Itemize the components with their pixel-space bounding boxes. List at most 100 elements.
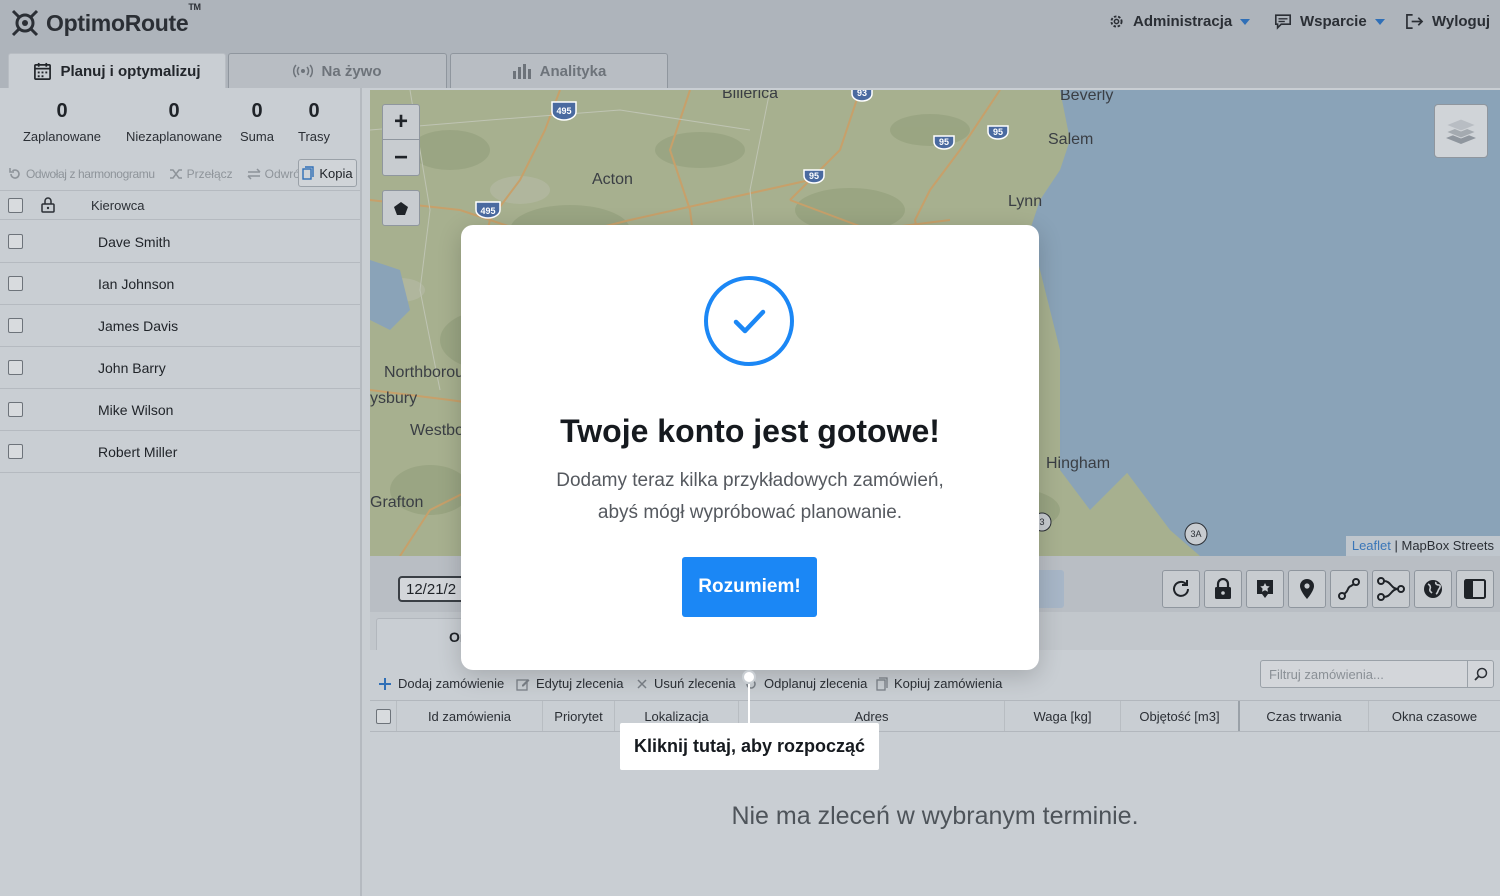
driver-row[interactable]: Dave Smith xyxy=(0,221,360,263)
route-button[interactable] xyxy=(1330,570,1368,608)
location-pin-button[interactable] xyxy=(1288,570,1326,608)
copy-orders-button[interactable]: Kopiuj zamówienia xyxy=(876,676,1002,691)
support-menu-label: Wsparcie xyxy=(1300,13,1367,30)
driver-checkbox[interactable] xyxy=(8,444,23,459)
filter-placeholder: Filtruj zamówienia... xyxy=(1269,667,1384,682)
driver-checkbox[interactable] xyxy=(8,318,23,333)
split-route-button[interactable] xyxy=(1372,570,1410,608)
main-tabs: Planuj i optymalizuj Na żywo Analityka xyxy=(0,48,1500,89)
tab-live[interactable]: Na żywo xyxy=(228,53,447,88)
unschedule-button[interactable]: Odwołaj z harmonogramu xyxy=(8,167,155,181)
switch-label: Przełącz xyxy=(186,167,233,181)
driver-name: Ian Johnson xyxy=(98,275,175,292)
draw-polygon-button[interactable] xyxy=(382,190,420,226)
driver-name: James Davis xyxy=(98,317,179,334)
tab-analytics[interactable]: Analityka xyxy=(450,53,668,88)
undo-icon xyxy=(8,167,22,181)
svg-text:Beverly: Beverly xyxy=(1060,90,1113,104)
col-duration[interactable]: Czas trwania xyxy=(1238,701,1368,731)
edit-orders-button[interactable]: Edytuj zlecenia xyxy=(516,676,623,691)
map-attribution: Leaflet | MapBox Streets xyxy=(1345,536,1500,556)
delete-orders-button[interactable]: Usuń zlecenia xyxy=(636,676,736,691)
svg-text:Westbo: Westbo xyxy=(410,422,464,439)
support-menu[interactable]: Wsparcie xyxy=(1274,13,1385,30)
driver-row[interactable]: Ian Johnson xyxy=(0,263,360,305)
start-hint-tooltip: Kliknij tutaj, aby rozpocząć xyxy=(620,723,879,770)
svg-text:95: 95 xyxy=(993,127,1003,137)
svg-text:Grafton: Grafton xyxy=(370,494,423,511)
select-all-checkbox[interactable] xyxy=(8,197,23,213)
logo-icon xyxy=(11,9,39,37)
tab-label: Analityka xyxy=(539,62,607,80)
app-name: OptimoRouteTM xyxy=(46,1,201,36)
svg-text:Salem: Salem xyxy=(1048,131,1093,148)
col-weight[interactable]: Waga [kg] xyxy=(1004,701,1120,731)
svg-text:3A: 3A xyxy=(1190,529,1201,539)
globe-button[interactable] xyxy=(1414,570,1452,608)
driver-column-header[interactable]: Kierowca xyxy=(91,198,144,213)
unplan-orders-button[interactable]: Odplanuj zlecenia xyxy=(744,676,867,691)
chevron-down-icon xyxy=(1240,18,1251,25)
driver-row[interactable]: Robert Miller xyxy=(0,431,360,473)
copy-button[interactable]: Kopia xyxy=(298,159,357,187)
col-volume[interactable]: Objętość [m3] xyxy=(1120,701,1238,731)
zoom-out-button[interactable]: − xyxy=(383,140,419,175)
close-icon xyxy=(636,678,648,690)
empty-orders-message: Nie ma zleceń w wybranym terminie. xyxy=(731,802,1139,830)
lock-routes-button[interactable] xyxy=(1204,570,1242,608)
dialog-message-line: abyś mógł wypróbować planowanie. xyxy=(597,502,903,523)
driver-row[interactable]: James Davis xyxy=(0,305,360,347)
add-order-button[interactable]: Dodaj zamówienie xyxy=(378,676,504,691)
driver-row[interactable]: John Barry xyxy=(0,347,360,389)
app-logo[interactable]: OptimoRouteTM xyxy=(10,1,201,38)
select-all-orders-checkbox[interactable] xyxy=(375,708,391,724)
driver-checkbox[interactable] xyxy=(8,276,23,291)
tab-plan-optimize[interactable]: Planuj i optymalizuj xyxy=(8,53,226,89)
calendar-icon xyxy=(33,62,52,81)
switch-button[interactable]: Przełącz xyxy=(169,167,233,181)
col-time-windows[interactable]: Okna czasowe xyxy=(1368,701,1500,731)
star-marker-icon xyxy=(1257,580,1273,598)
layers-button[interactable] xyxy=(1434,104,1488,158)
driver-checkbox[interactable] xyxy=(8,402,23,417)
stat-scheduled: 0 Zaplanowane xyxy=(18,100,106,144)
driver-actions: Odwołaj z harmonogramu Przełącz Odwróć xyxy=(8,160,320,188)
zoom-in-button[interactable]: + xyxy=(383,105,419,140)
copy-icon xyxy=(302,166,315,180)
top-header: OptimoRouteTM Administracja Wsparcie Wyl… xyxy=(0,0,1500,48)
copy-orders-label: Kopiuj zamówienia xyxy=(894,676,1003,691)
driver-name: Dave Smith xyxy=(98,233,171,250)
leaflet-link[interactable]: Leaflet xyxy=(1352,538,1391,553)
driver-row[interactable]: Mike Wilson xyxy=(0,389,360,431)
refresh-button[interactable] xyxy=(1162,570,1200,608)
svg-text:Lynn: Lynn xyxy=(1008,193,1042,210)
stat-total: 0 Suma xyxy=(236,100,278,144)
gear-icon xyxy=(1108,13,1125,30)
filter-orders-input[interactable]: Filtruj zamówienia... xyxy=(1260,660,1494,688)
sidebar-toggle-icon xyxy=(1464,579,1486,599)
tiles-credit: MapBox Streets xyxy=(1401,538,1495,553)
logout-button[interactable]: Wyloguj xyxy=(1405,13,1490,30)
shuffle-icon xyxy=(169,168,183,180)
got-it-button[interactable]: Rozumiem! xyxy=(682,557,817,617)
driver-checkbox[interactable] xyxy=(8,234,23,249)
stat-value: 0 xyxy=(168,100,180,122)
col-order-id[interactable]: Id zamówienia xyxy=(396,701,542,731)
dialog-message: Dodamy teraz kilka przykładowych zamówie… xyxy=(501,465,999,529)
logout-icon xyxy=(1405,13,1424,30)
driver-checkbox[interactable] xyxy=(8,360,23,375)
search-icon[interactable] xyxy=(1467,661,1493,687)
admin-menu[interactable]: Administracja xyxy=(1108,13,1251,30)
attribution-separator: | xyxy=(1390,538,1402,553)
col-priority[interactable]: Priorytet xyxy=(542,701,614,731)
stat-value: 0 xyxy=(56,100,68,122)
copy-icon xyxy=(876,676,888,691)
toggle-panel-button[interactable] xyxy=(1456,570,1494,608)
stat-label: Niezaplanowane xyxy=(125,129,223,144)
lock-icon[interactable] xyxy=(41,197,55,213)
marker-star-button[interactable] xyxy=(1246,570,1284,608)
svg-text:495: 495 xyxy=(556,106,571,116)
copy-label: Kopia xyxy=(319,165,353,181)
svg-text:95: 95 xyxy=(939,137,949,147)
unschedule-label: Odwołaj z harmonogramu xyxy=(26,167,155,181)
